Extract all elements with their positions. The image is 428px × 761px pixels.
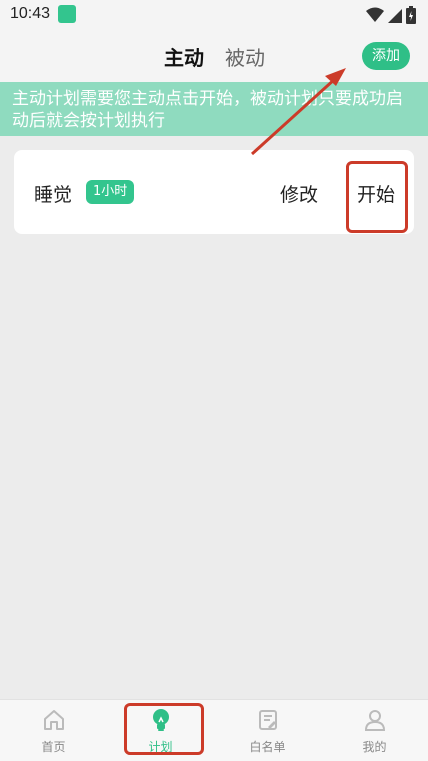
home-icon — [44, 710, 64, 730]
nav-whitelist[interactable]: 白名单 — [214, 700, 321, 761]
nav-profile[interactable]: 我的 — [321, 700, 428, 761]
nav-profile-label: 我的 — [362, 740, 387, 754]
plan-title: 睡觉 — [34, 184, 73, 206]
whitelist-icon — [259, 710, 277, 730]
header: 主动 被动 添加 — [0, 30, 428, 82]
info-banner: 主动计划需要您主动点击开始，被动计划只要成功启动后就会按计划执行 — [0, 82, 428, 136]
tab-passive[interactable]: 被动 — [225, 42, 265, 71]
nav-whitelist-label: 白名单 — [249, 740, 286, 754]
duration-badge: 1小时 — [86, 180, 135, 204]
tab-passive-label: 被动 — [225, 46, 265, 70]
status-bar: 10:43 — [0, 0, 428, 30]
nav-home[interactable]: 首页 — [0, 700, 107, 761]
tab-active[interactable]: 主动 — [164, 42, 204, 71]
add-button[interactable]: 添加 — [362, 42, 410, 70]
bottom-nav: 首页 计划 白名单 我的 — [0, 699, 428, 761]
status-time: 10:43 — [10, 5, 51, 22]
status-icons — [366, 6, 416, 24]
wifi-icon — [366, 7, 384, 22]
app-notification-icon — [58, 5, 76, 23]
annotation-highlight-start — [346, 161, 408, 233]
user-icon — [364, 710, 386, 731]
annotation-highlight-nav — [124, 703, 204, 755]
edit-button[interactable]: 修改 — [280, 180, 318, 207]
nav-home-label: 首页 — [41, 740, 66, 754]
battery-icon — [406, 6, 416, 24]
signal-icon — [388, 9, 402, 23]
tab-active-label: 主动 — [164, 46, 204, 70]
